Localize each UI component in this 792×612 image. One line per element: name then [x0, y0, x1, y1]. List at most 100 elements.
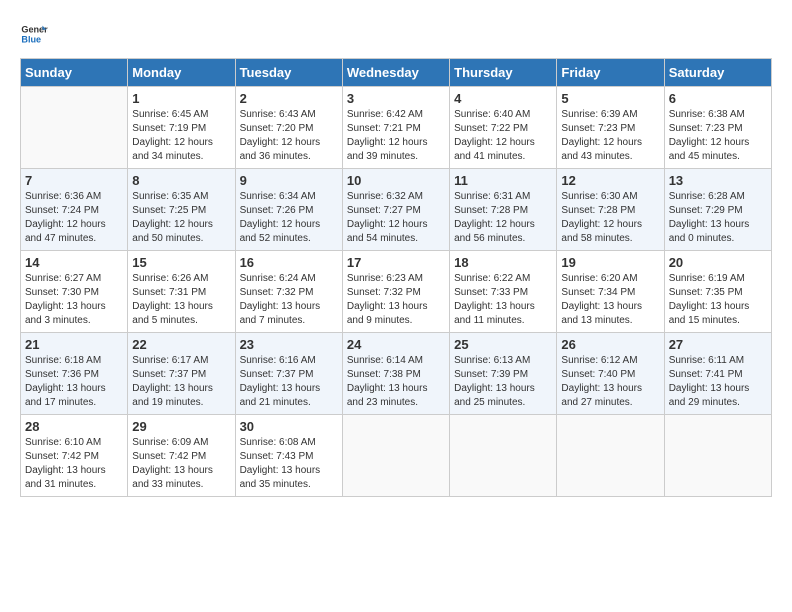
day-info: Sunrise: 6:18 AM Sunset: 7:36 PM Dayligh…	[25, 354, 123, 410]
day-number: 16	[240, 255, 338, 270]
day-number: 8	[132, 173, 230, 188]
day-number: 12	[561, 173, 659, 188]
day-number: 22	[132, 337, 230, 352]
day-info: Sunrise: 6:11 AM Sunset: 7:41 PM Dayligh…	[669, 354, 767, 410]
logo-icon: General Blue	[20, 20, 48, 48]
calendar-cell: 4Sunrise: 6:40 AM Sunset: 7:22 PM Daylig…	[450, 87, 557, 169]
day-info: Sunrise: 6:24 AM Sunset: 7:32 PM Dayligh…	[240, 272, 338, 328]
day-info: Sunrise: 6:31 AM Sunset: 7:28 PM Dayligh…	[454, 190, 552, 246]
calendar-cell: 6Sunrise: 6:38 AM Sunset: 7:23 PM Daylig…	[664, 87, 771, 169]
calendar-cell: 17 Sunrise: 6:23 AM Sunset: 7:32 PM Dayli…	[342, 251, 449, 333]
calendar-table: SundayMondayTuesdayWednesdayThursdayFrid…	[20, 58, 772, 497]
day-info: Sunrise: 6:42 AM Sunset: 7:21 PM Dayligh…	[347, 108, 445, 164]
day-number: 21	[25, 337, 123, 352]
calendar-cell: 12 Sunrise: 6:30 AM Sunset: 7:28 PM Dayli…	[557, 169, 664, 251]
day-info: Sunrise: 6:27 AM Sunset: 7:30 PM Dayligh…	[25, 272, 123, 328]
calendar-cell: 18Sunrise: 6:22 AM Sunset: 7:33 PM Dayli…	[450, 251, 557, 333]
day-number: 25	[454, 337, 552, 352]
calendar-cell: 27 Sunrise: 6:11 AM Sunset: 7:41 PM Dayli…	[664, 333, 771, 415]
calendar-cell: 21 Sunrise: 6:18 AM Sunset: 7:36 PM Dayli…	[21, 333, 128, 415]
day-info: Sunrise: 6:14 AM Sunset: 7:38 PM Dayligh…	[347, 354, 445, 410]
day-number: 19	[561, 255, 659, 270]
calendar-cell	[21, 87, 128, 169]
day-number: 27	[669, 337, 767, 352]
day-number: 29	[132, 419, 230, 434]
day-number: 9	[240, 173, 338, 188]
day-number: 10	[347, 173, 445, 188]
day-number: 24	[347, 337, 445, 352]
day-info: Sunrise: 6:40 AM Sunset: 7:22 PM Dayligh…	[454, 108, 552, 164]
day-number: 26	[561, 337, 659, 352]
calendar-cell: 3 Sunrise: 6:42 AM Sunset: 7:21 PM Daylig…	[342, 87, 449, 169]
day-info: Sunrise: 6:12 AM Sunset: 7:40 PM Dayligh…	[561, 354, 659, 410]
calendar-cell: 2 Sunrise: 6:43 AM Sunset: 7:20 PM Daylig…	[235, 87, 342, 169]
calendar-cell: 8Sunrise: 6:35 AM Sunset: 7:25 PM Daylig…	[128, 169, 235, 251]
calendar-cell: 1 Sunrise: 6:45 AM Sunset: 7:19 PM Daylig…	[128, 87, 235, 169]
page-header: General Blue	[20, 20, 772, 48]
day-number: 6	[669, 91, 767, 106]
calendar-week-row: 14 Sunrise: 6:27 AM Sunset: 7:30 PM Dayli…	[21, 251, 772, 333]
day-number: 1	[132, 91, 230, 106]
day-info: Sunrise: 6:13 AM Sunset: 7:39 PM Dayligh…	[454, 354, 552, 410]
day-info: Sunrise: 6:09 AM Sunset: 7:42 PM Dayligh…	[132, 436, 230, 492]
calendar-cell: 16 Sunrise: 6:24 AM Sunset: 7:32 PM Dayli…	[235, 251, 342, 333]
calendar-week-row: 28Sunrise: 6:10 AM Sunset: 7:42 PM Dayli…	[21, 415, 772, 497]
logo: General Blue	[20, 20, 48, 48]
day-number: 17	[347, 255, 445, 270]
calendar-week-row: 7 Sunrise: 6:36 AM Sunset: 7:24 PM Daylig…	[21, 169, 772, 251]
day-number: 3	[347, 91, 445, 106]
day-info: Sunrise: 6:28 AM Sunset: 7:29 PM Dayligh…	[669, 190, 767, 246]
calendar-cell	[342, 415, 449, 497]
weekday-header: Wednesday	[342, 59, 449, 87]
day-info: Sunrise: 6:45 AM Sunset: 7:19 PM Dayligh…	[132, 108, 230, 164]
calendar-cell: 20Sunrise: 6:19 AM Sunset: 7:35 PM Dayli…	[664, 251, 771, 333]
calendar-cell: 7 Sunrise: 6:36 AM Sunset: 7:24 PM Daylig…	[21, 169, 128, 251]
calendar-cell: 24 Sunrise: 6:14 AM Sunset: 7:38 PM Dayli…	[342, 333, 449, 415]
calendar-header-row: SundayMondayTuesdayWednesdayThursdayFrid…	[21, 59, 772, 87]
calendar-cell	[557, 415, 664, 497]
day-number: 28	[25, 419, 123, 434]
day-info: Sunrise: 6:36 AM Sunset: 7:24 PM Dayligh…	[25, 190, 123, 246]
day-info: Sunrise: 6:23 AM Sunset: 7:32 PM Dayligh…	[347, 272, 445, 328]
calendar-week-row: 1 Sunrise: 6:45 AM Sunset: 7:19 PM Daylig…	[21, 87, 772, 169]
day-info: Sunrise: 6:43 AM Sunset: 7:20 PM Dayligh…	[240, 108, 338, 164]
day-number: 11	[454, 173, 552, 188]
calendar-cell: 25 Sunrise: 6:13 AM Sunset: 7:39 PM Dayli…	[450, 333, 557, 415]
day-number: 13	[669, 173, 767, 188]
calendar-cell: 5 Sunrise: 6:39 AM Sunset: 7:23 PM Daylig…	[557, 87, 664, 169]
calendar-cell: 10 Sunrise: 6:32 AM Sunset: 7:27 PM Dayli…	[342, 169, 449, 251]
calendar-cell: 30 Sunrise: 6:08 AM Sunset: 7:43 PM Dayli…	[235, 415, 342, 497]
day-info: Sunrise: 6:17 AM Sunset: 7:37 PM Dayligh…	[132, 354, 230, 410]
day-number: 14	[25, 255, 123, 270]
day-number: 23	[240, 337, 338, 352]
calendar-week-row: 21 Sunrise: 6:18 AM Sunset: 7:36 PM Dayli…	[21, 333, 772, 415]
day-info: Sunrise: 6:34 AM Sunset: 7:26 PM Dayligh…	[240, 190, 338, 246]
day-number: 15	[132, 255, 230, 270]
day-number: 30	[240, 419, 338, 434]
weekday-header: Thursday	[450, 59, 557, 87]
day-number: 5	[561, 91, 659, 106]
calendar-cell: 23 Sunrise: 6:16 AM Sunset: 7:37 PM Dayli…	[235, 333, 342, 415]
day-info: Sunrise: 6:32 AM Sunset: 7:27 PM Dayligh…	[347, 190, 445, 246]
weekday-header: Sunday	[21, 59, 128, 87]
day-info: Sunrise: 6:39 AM Sunset: 7:23 PM Dayligh…	[561, 108, 659, 164]
calendar-cell	[450, 415, 557, 497]
calendar-cell: 11 Sunrise: 6:31 AM Sunset: 7:28 PM Dayli…	[450, 169, 557, 251]
day-number: 20	[669, 255, 767, 270]
day-info: Sunrise: 6:20 AM Sunset: 7:34 PM Dayligh…	[561, 272, 659, 328]
day-info: Sunrise: 6:30 AM Sunset: 7:28 PM Dayligh…	[561, 190, 659, 246]
calendar-cell: 19 Sunrise: 6:20 AM Sunset: 7:34 PM Dayli…	[557, 251, 664, 333]
day-number: 18	[454, 255, 552, 270]
weekday-header: Friday	[557, 59, 664, 87]
calendar-cell: 28Sunrise: 6:10 AM Sunset: 7:42 PM Dayli…	[21, 415, 128, 497]
weekday-header: Saturday	[664, 59, 771, 87]
day-number: 2	[240, 91, 338, 106]
calendar-cell: 13 Sunrise: 6:28 AM Sunset: 7:29 PM Dayli…	[664, 169, 771, 251]
calendar-cell: 14 Sunrise: 6:27 AM Sunset: 7:30 PM Dayli…	[21, 251, 128, 333]
day-number: 7	[25, 173, 123, 188]
weekday-header: Monday	[128, 59, 235, 87]
day-info: Sunrise: 6:16 AM Sunset: 7:37 PM Dayligh…	[240, 354, 338, 410]
day-info: Sunrise: 6:08 AM Sunset: 7:43 PM Dayligh…	[240, 436, 338, 492]
calendar-cell	[664, 415, 771, 497]
calendar-cell: 9 Sunrise: 6:34 AM Sunset: 7:26 PM Daylig…	[235, 169, 342, 251]
